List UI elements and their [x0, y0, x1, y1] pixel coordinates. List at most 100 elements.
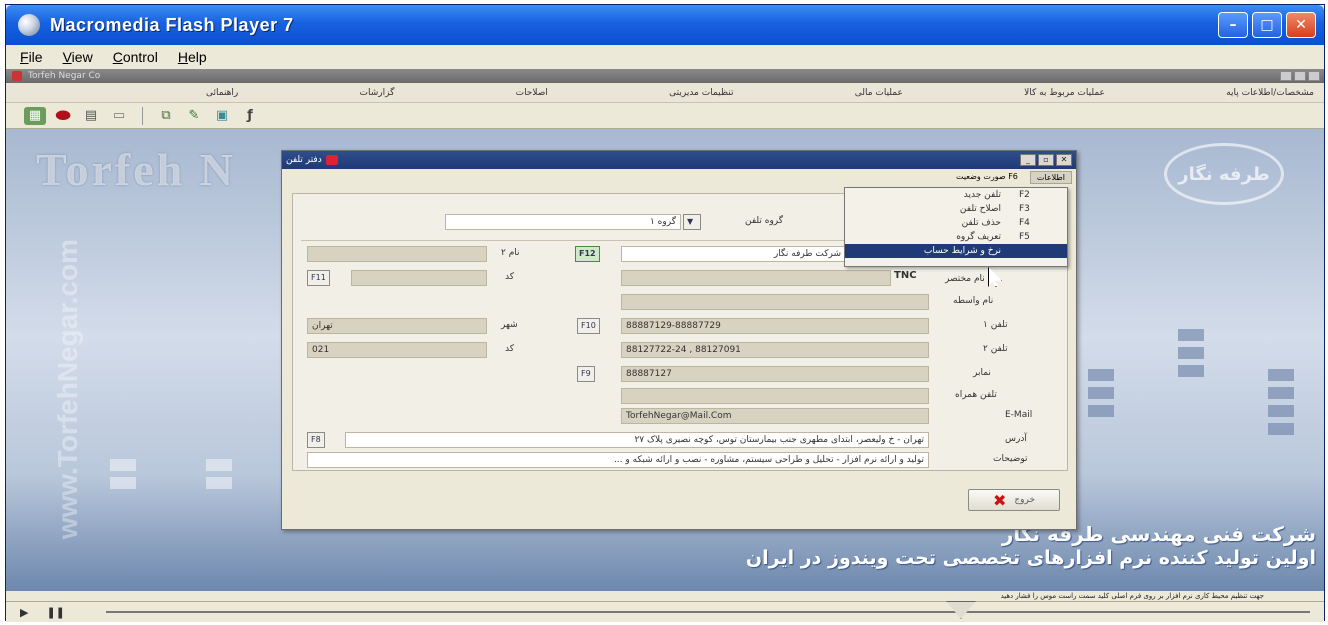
toolbar-separator: [142, 106, 143, 125]
inner-title: Torfeh Negar Co: [28, 71, 101, 81]
city-label: شهر: [501, 320, 518, 330]
menu-help[interactable]: Help: [178, 49, 207, 65]
brand-watermark: Torfeh N: [36, 144, 236, 195]
dialog-minimize-icon[interactable]: _: [1020, 154, 1036, 166]
f12-button[interactable]: F12: [575, 246, 600, 262]
tel1-field[interactable]: 88887129-88887729: [621, 318, 929, 334]
menu-bar: File View Control Help: [6, 45, 1324, 69]
group-select[interactable]: گروه ۱: [445, 214, 681, 230]
app-menu-reports[interactable]: گزارشات: [360, 88, 395, 98]
intermediary-label: نام واسطه: [953, 296, 994, 306]
dialog-close-icon[interactable]: ✕: [1056, 154, 1072, 166]
group-label: گروه تلفن: [745, 216, 784, 226]
menu-item-label: نرخ و شرایط حساب: [923, 246, 1001, 256]
app-menu-admin[interactable]: تنظیمات مدیریتی: [669, 88, 733, 98]
app-menu-bar: مشخصات/اطلاعات پایه عملیات مربوط به کالا…: [6, 83, 1324, 103]
window-controls: – □ ✕: [1218, 12, 1316, 38]
menu-item-edit-phone[interactable]: اصلاح تلفن F3: [845, 202, 1067, 216]
screen-icon[interactable]: ▭: [108, 107, 130, 125]
exit-button[interactable]: ✖ خروج: [968, 489, 1060, 511]
name2-label: نام ۲: [501, 248, 520, 258]
menu-item-label: حذف تلفن: [961, 218, 1001, 228]
group-dropdown-icon[interactable]: ▼: [683, 214, 701, 230]
dialog-menu-statement[interactable]: F6 صورت وضعیت: [950, 171, 1024, 184]
dialog-title-bar[interactable]: دفتر تلفن _ ▫ ✕: [282, 151, 1076, 169]
app-menu-goods[interactable]: عملیات مربوط به کالا: [1024, 88, 1105, 98]
maximize-icon[interactable]: □: [1252, 12, 1282, 38]
decor-bars-right-3: [1088, 369, 1114, 417]
inner-title-bar: Torfeh Negar Co: [6, 69, 1324, 83]
short-name-value: TNC: [894, 270, 917, 281]
code-field[interactable]: [351, 270, 487, 286]
menu-item-new-phone[interactable]: تلفن جدید F2: [845, 188, 1067, 202]
menu-file[interactable]: File: [20, 49, 43, 65]
menu-item-key: F3: [1019, 204, 1030, 214]
company-logo: طرفه نگار: [1164, 143, 1284, 205]
f9-button[interactable]: F9: [577, 366, 595, 382]
inner-minimize-icon[interactable]: [1280, 71, 1292, 81]
dialog-restore-icon[interactable]: ▫: [1038, 154, 1054, 166]
app-toolbar: ▦ ⬬ ▤ ▭ ⧉ ✎ ▣ ƒ: [6, 103, 1324, 129]
website-watermark: www.TorfehNegar.com: [52, 239, 83, 540]
areacode-label: کد: [505, 344, 515, 354]
exit-icon: ✖: [992, 490, 1007, 510]
mobile-field[interactable]: [621, 388, 929, 404]
menu-item-delete-phone[interactable]: حذف تلفن F4: [845, 216, 1067, 230]
f10-button[interactable]: F10: [577, 318, 600, 334]
app-menu-help[interactable]: راهنمائی: [206, 88, 238, 98]
menu-item-define-group[interactable]: تعریف گروه F5: [845, 230, 1067, 244]
minimize-icon[interactable]: –: [1218, 12, 1248, 38]
close-icon[interactable]: ✕: [1286, 12, 1316, 38]
address-field[interactable]: تهران - خ ولیعصر، ابتدای مطهری جنب بیمار…: [345, 432, 929, 448]
menu-item-key: F2: [1019, 190, 1030, 200]
menu-item-label: تلفن جدید: [963, 190, 1001, 200]
dialog-icon: [325, 155, 338, 165]
info-dropdown-menu: تلفن جدید F2 اصلاح تلفن F3 حذف تلفن F4 ت…: [844, 187, 1068, 267]
shortname-field[interactable]: [621, 270, 891, 286]
name2-field[interactable]: [307, 246, 487, 262]
hint-text: جهت تنظیم محیط کاری نرم افزار بر روی فرم…: [6, 591, 1324, 601]
seek-track[interactable]: [106, 611, 1310, 613]
menu-view[interactable]: View: [63, 49, 93, 65]
music-note-icon[interactable]: ƒ: [239, 107, 261, 125]
inner-maximize-icon[interactable]: [1294, 71, 1306, 81]
tagline-description: اولین تولید کننده نرم افزارهای تخصصی تحت…: [745, 547, 1316, 569]
f8-button[interactable]: F8: [307, 432, 325, 448]
fax-field[interactable]: 88887127: [621, 366, 929, 382]
window-title: Macromedia Flash Player 7: [50, 14, 294, 35]
cabinet-icon[interactable]: ▤: [80, 107, 102, 125]
copy-icon[interactable]: ⧉: [155, 107, 177, 125]
f11-button[interactable]: F11: [307, 270, 330, 286]
title-bar[interactable]: Macromedia Flash Player 7 – □ ✕: [6, 5, 1324, 45]
player-controls: ▶ ❚❚: [6, 601, 1324, 622]
app-menu-financial[interactable]: عملیات مالی: [855, 88, 903, 98]
inner-window-controls: [1280, 71, 1320, 81]
menu-item-account-terms[interactable]: نرخ و شرایط حساب: [845, 244, 1067, 258]
description-label: توضیحات: [993, 454, 1028, 464]
decor-bars-left-2: [206, 459, 232, 489]
app-menu-corrections[interactable]: اصلاحات: [516, 88, 548, 98]
intermediary-field[interactable]: [621, 294, 929, 310]
pause-icon[interactable]: ❚❚: [46, 606, 64, 619]
dialog-menu: اطلاعات F6 صورت وضعیت: [950, 171, 1072, 184]
decor-bars-right-2: [1268, 369, 1294, 435]
name-field[interactable]: شرکت طرفه نگار: [621, 246, 846, 262]
tel1-label: تلفن ۱: [983, 320, 1008, 330]
flash-player-window: Macromedia Flash Player 7 – □ ✕ File Vie…: [5, 4, 1325, 622]
areacode-field[interactable]: 021: [307, 342, 487, 358]
lips-icon[interactable]: ⬬: [52, 105, 74, 126]
calculator-icon[interactable]: ▦: [24, 106, 46, 125]
play-icon[interactable]: ▶: [20, 606, 28, 619]
menu-item-key: F4: [1019, 218, 1030, 228]
folder-icon[interactable]: ▣: [211, 107, 233, 125]
inner-close-icon[interactable]: [1308, 71, 1320, 81]
flash-player-icon: [18, 14, 40, 36]
dialog-menu-info[interactable]: اطلاعات: [1029, 171, 1072, 184]
app-menu-basic-info[interactable]: مشخصات/اطلاعات پایه: [1226, 88, 1314, 98]
money-icon[interactable]: ✎: [183, 107, 205, 125]
city-field[interactable]: تهران: [307, 318, 487, 334]
menu-control[interactable]: Control: [113, 49, 158, 65]
tel2-field[interactable]: 88127722-24 , 88127091: [621, 342, 929, 358]
description-field[interactable]: تولید و ارائه نرم افزار - تحلیل و طراحی …: [307, 452, 929, 468]
email-field[interactable]: TorfehNegar@Mail.Com: [621, 408, 929, 424]
